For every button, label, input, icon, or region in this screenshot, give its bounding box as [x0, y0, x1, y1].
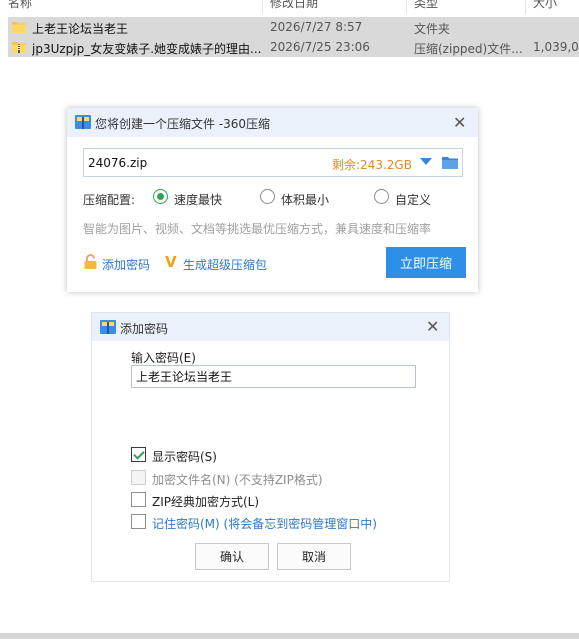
super-package-label: 生成超级压缩包	[183, 258, 268, 272]
checkbox-icon	[131, 492, 146, 507]
checkbox-disabled-icon	[131, 470, 146, 485]
360zip-icon	[100, 320, 116, 334]
column-size[interactable]: 大小	[533, 0, 557, 11]
compress-hint: 智能为图片、视频、文档等挑选最优压缩方式，兼具速度和压缩率	[83, 222, 432, 236]
file-name: jp3Uzpjp_女友变婊子.她变成婊子的理由...	[32, 42, 262, 56]
file-name: 上老王论坛当老王	[32, 22, 129, 36]
file-explorer: 名称 修改日期 类型 大小 上老王论坛当老王 2026/7/27 8:57 文件…	[0, 0, 579, 60]
file-row-zip[interactable]: jp3Uzpjp_女友变婊子.她变成婊子的理由... 2026/7/25 23:…	[8, 37, 579, 57]
column-header: 名称 修改日期 类型 大小	[0, 0, 579, 14]
cancel-button[interactable]: 取消	[277, 543, 351, 570]
column-separator[interactable]	[262, 0, 263, 14]
file-type: 压缩(zipped)文件...	[414, 42, 523, 56]
compress-dialog: 您将创建一个压缩文件 -360压缩 ✕ 24076.zip 剩余:243.2GB…	[67, 108, 478, 292]
add-password-label: 添加密码	[102, 258, 151, 272]
radio-label: 自定义	[395, 193, 432, 207]
column-separator[interactable]	[525, 0, 526, 14]
checkbox-label: 显示密码(S)	[152, 450, 217, 464]
file-date: 2026/7/27 8:57	[270, 20, 363, 34]
free-space-label: 剩余:243.2GB	[332, 158, 412, 172]
file-row-folder[interactable]: 上老王论坛当老王 2026/7/27 8:57 文件夹	[8, 17, 579, 37]
browse-folder-icon[interactable]	[442, 156, 458, 170]
column-type[interactable]: 类型	[414, 0, 438, 11]
password-input[interactable]	[131, 365, 416, 388]
checkbox-label: ZIP经典加密方式(L)	[152, 495, 260, 509]
password-input-label: 输入密码(E)	[131, 351, 196, 365]
column-date[interactable]: 修改日期	[270, 0, 318, 11]
password-dialog-title: 添加密码	[120, 322, 169, 336]
compress-now-button[interactable]: 立即压缩	[386, 247, 466, 278]
radio-icon	[374, 189, 389, 204]
archive-path-field[interactable]: 24076.zip 剩余:243.2GB	[83, 148, 463, 177]
horizontal-scrollbar[interactable]	[0, 633, 579, 639]
folder-icon	[12, 22, 26, 33]
compress-config-label: 压缩配置:	[83, 193, 136, 207]
password-dialog-titlebar[interactable]: 添加密码 ✕	[92, 313, 449, 341]
close-icon[interactable]: ✕	[426, 317, 439, 336]
radio-label: 体积最小	[281, 193, 330, 207]
file-size: 1,039,0	[533, 40, 579, 54]
file-date: 2026/7/25 23:06	[270, 40, 370, 54]
confirm-button[interactable]: 确认	[195, 543, 269, 570]
file-type: 文件夹	[414, 22, 451, 36]
checkbox-icon	[131, 514, 146, 529]
radio-selected-icon	[153, 189, 168, 204]
radio-icon	[260, 189, 275, 204]
close-icon[interactable]: ✕	[453, 113, 466, 132]
compress-dialog-titlebar[interactable]: 您将创建一个压缩文件 -360压缩 ✕	[67, 108, 478, 137]
column-separator[interactable]	[406, 0, 407, 14]
checkbox-label: 加密文件名(N) (不支持ZIP格式)	[152, 473, 323, 487]
lock-icon	[84, 254, 97, 269]
add-password-dialog: 添加密码 ✕ 输入密码(E) 显示密码(S) 加密文件名(N) (不支持ZIP格…	[91, 312, 450, 582]
compress-dialog-title: 您将创建一个压缩文件 -360压缩	[95, 117, 271, 131]
column-name[interactable]: 名称	[8, 0, 32, 11]
checkbox-label: 记住密码(M) (将会备忘到密码管理窗口中)	[152, 517, 377, 531]
checkbox-checked-icon	[131, 447, 146, 462]
360zip-icon	[75, 115, 91, 129]
zip-file-icon	[12, 42, 26, 53]
vip-v-icon: V	[165, 253, 177, 271]
chevron-down-icon[interactable]	[420, 158, 432, 165]
archive-path-value: 24076.zip	[88, 156, 148, 170]
radio-label: 速度最快	[174, 193, 223, 207]
